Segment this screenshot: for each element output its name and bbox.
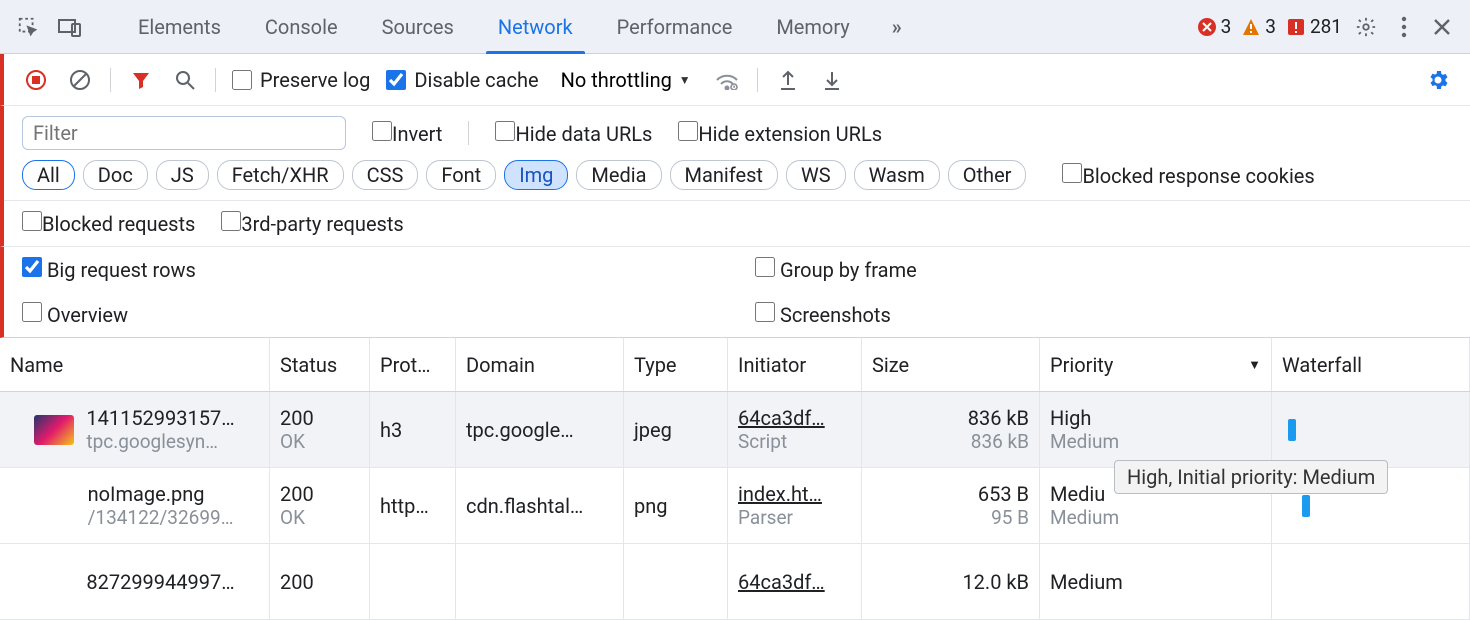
- col-waterfall[interactable]: Waterfall: [1272, 338, 1470, 391]
- record-button[interactable]: [22, 66, 50, 94]
- type-filter-pills: All Doc JS Fetch/XHR CSSFont Img Media Manifest…: [22, 160, 1026, 190]
- issue-count[interactable]: 281: [1286, 15, 1342, 38]
- kebab-menu-icon[interactable]: [1390, 13, 1418, 41]
- close-icon[interactable]: [1428, 13, 1456, 41]
- type-pill-wasm[interactable]: Wasm: [854, 160, 940, 190]
- clear-icon[interactable]: [66, 66, 94, 94]
- waterfall-cell: [1272, 544, 1470, 619]
- col-domain[interactable]: Domain: [456, 338, 624, 391]
- initiator-link[interactable]: 64ca3df…: [738, 570, 851, 594]
- error-count-value: 3: [1221, 15, 1232, 38]
- col-type[interactable]: Type: [624, 338, 728, 391]
- tab-network[interactable]: Network: [476, 0, 595, 53]
- type-pill-font[interactable]: Font: [426, 160, 496, 190]
- issue-count-value: 281: [1310, 15, 1342, 38]
- panel-tabs: ElementsConsoleSourcesNetworkPerformance…: [116, 0, 872, 53]
- col-size[interactable]: Size: [862, 338, 1040, 391]
- table-row[interactable]: 141152993157…tpc.googlesyn…200OKh3tpc.go…: [0, 392, 1470, 468]
- more-tabs-icon[interactable]: »: [882, 15, 912, 39]
- hide-data-urls-checkbox[interactable]: Hide data URLs: [495, 121, 652, 146]
- col-name[interactable]: Name: [0, 338, 270, 391]
- third-party-checkbox[interactable]: 3rd-party requests: [221, 211, 403, 236]
- thumbnail-icon: [34, 415, 74, 445]
- network-settings-gear-icon[interactable]: [1424, 66, 1452, 94]
- type-pill-js[interactable]: JS: [156, 160, 209, 190]
- tab-elements[interactable]: Elements: [116, 0, 243, 53]
- hide-extension-urls-checkbox[interactable]: Hide extension URLs: [678, 121, 882, 146]
- preserve-log-checkbox[interactable]: Preserve log: [232, 68, 370, 92]
- type-pill-all[interactable]: All: [22, 160, 75, 190]
- col-priority[interactable]: Priority▼: [1040, 338, 1272, 391]
- filter-input[interactable]: [22, 116, 346, 150]
- tab-sources[interactable]: Sources: [360, 0, 476, 53]
- col-status[interactable]: Status: [270, 338, 370, 391]
- request-name: 827299944997…: [86, 570, 234, 594]
- initiator-link[interactable]: index.ht…: [738, 482, 851, 506]
- request-name: noImage.png: [88, 482, 234, 506]
- throttling-select[interactable]: No throttling: [555, 64, 697, 96]
- warning-count-value: 3: [1265, 15, 1276, 38]
- waterfall-cell: [1272, 392, 1470, 467]
- initiator-link[interactable]: 64ca3df…: [738, 406, 851, 430]
- type-pill-img[interactable]: Img: [504, 160, 568, 190]
- tab-memory[interactable]: Memory: [754, 0, 871, 53]
- error-count[interactable]: 3: [1197, 15, 1232, 38]
- group-by-frame-checkbox[interactable]: Group by frame: [755, 257, 917, 282]
- requests-table: NameStatusProt…DomainTypeInitiatorSizePr…: [0, 338, 1470, 620]
- col-initiator[interactable]: Initiator: [728, 338, 862, 391]
- col-prot[interactable]: Prot…: [370, 338, 456, 391]
- table-row[interactable]: 827299944997…20064ca3df…12.0 kBMedium: [0, 544, 1470, 620]
- blocked-cookies-checkbox[interactable]: Blocked response cookies: [1062, 163, 1314, 188]
- devtools-tabbar: ElementsConsoleSourcesNetworkPerformance…: [0, 0, 1470, 54]
- device-toolbar-icon[interactable]: [56, 13, 84, 41]
- type-pill-doc[interactable]: Doc: [83, 160, 148, 190]
- overview-checkbox[interactable]: Overview: [22, 302, 128, 327]
- search-icon[interactable]: [171, 66, 199, 94]
- disable-cache-checkbox[interactable]: Disable cache: [386, 68, 538, 92]
- tab-performance[interactable]: Performance: [595, 0, 755, 53]
- request-name: 141152993157…: [86, 406, 234, 430]
- filter-icon[interactable]: [127, 66, 155, 94]
- inspect-element-icon[interactable]: [14, 13, 42, 41]
- type-pill-ws[interactable]: WS: [786, 160, 846, 190]
- network-toolbar: Preserve log Disable cache No throttling: [0, 54, 1470, 106]
- type-pill-css[interactable]: CSS: [352, 160, 419, 190]
- invert-checkbox[interactable]: Invert: [372, 121, 442, 146]
- type-pill-manifest[interactable]: Manifest: [670, 160, 778, 190]
- blocked-requests-checkbox[interactable]: Blocked requests: [22, 211, 195, 236]
- network-conditions-icon[interactable]: [713, 66, 741, 94]
- gear-icon[interactable]: [1352, 13, 1380, 41]
- warning-count[interactable]: 3: [1241, 15, 1276, 38]
- disable-cache-label: Disable cache: [414, 68, 538, 92]
- table-header: NameStatusProt…DomainTypeInitiatorSizePr…: [0, 338, 1470, 392]
- tab-console[interactable]: Console: [243, 0, 360, 53]
- view-options: Big request rows Group by frame Overview…: [0, 247, 1470, 338]
- filter-bar: Invert Hide data URLs Hide extension URL…: [0, 106, 1470, 247]
- big-rows-checkbox[interactable]: Big request rows: [22, 257, 196, 282]
- screenshots-checkbox[interactable]: Screenshots: [755, 302, 891, 327]
- type-pill-fetchxhr[interactable]: Fetch/XHR: [217, 160, 344, 190]
- priority-tooltip: High, Initial priority: Medium: [1114, 460, 1388, 494]
- import-har-icon[interactable]: [818, 66, 846, 94]
- export-har-icon[interactable]: [774, 66, 802, 94]
- type-pill-media[interactable]: Media: [576, 160, 661, 190]
- type-pill-other[interactable]: Other: [948, 160, 1027, 190]
- preserve-log-label: Preserve log: [260, 68, 370, 92]
